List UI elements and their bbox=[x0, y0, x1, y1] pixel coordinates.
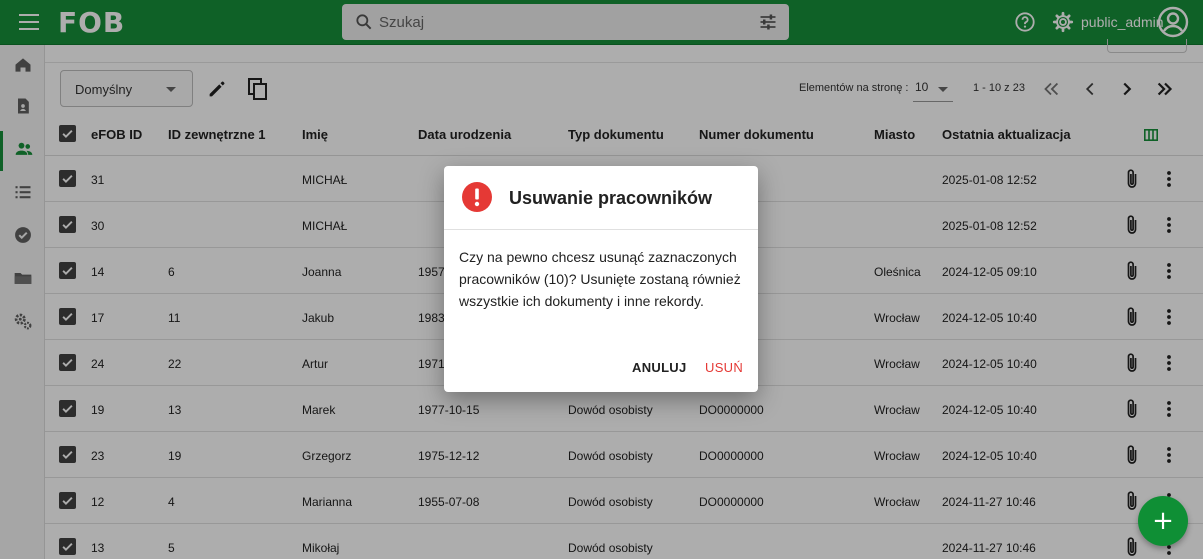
error-icon bbox=[461, 181, 493, 218]
dialog-header: Usuwanie pracowników bbox=[444, 166, 758, 230]
delete-employees-dialog: Usuwanie pracowników Czy na pewno chcesz… bbox=[444, 166, 758, 392]
delete-button[interactable]: USUŃ bbox=[705, 360, 743, 375]
dialog-message: Czy na pewno chcesz usunąć zaznaczonych … bbox=[459, 249, 741, 309]
dialog-title: Usuwanie pracowników bbox=[509, 188, 713, 208]
add-icon: + bbox=[1152, 506, 1174, 536]
cancel-button[interactable]: ANULUJ bbox=[632, 360, 687, 375]
add-button[interactable]: + bbox=[1138, 496, 1188, 546]
